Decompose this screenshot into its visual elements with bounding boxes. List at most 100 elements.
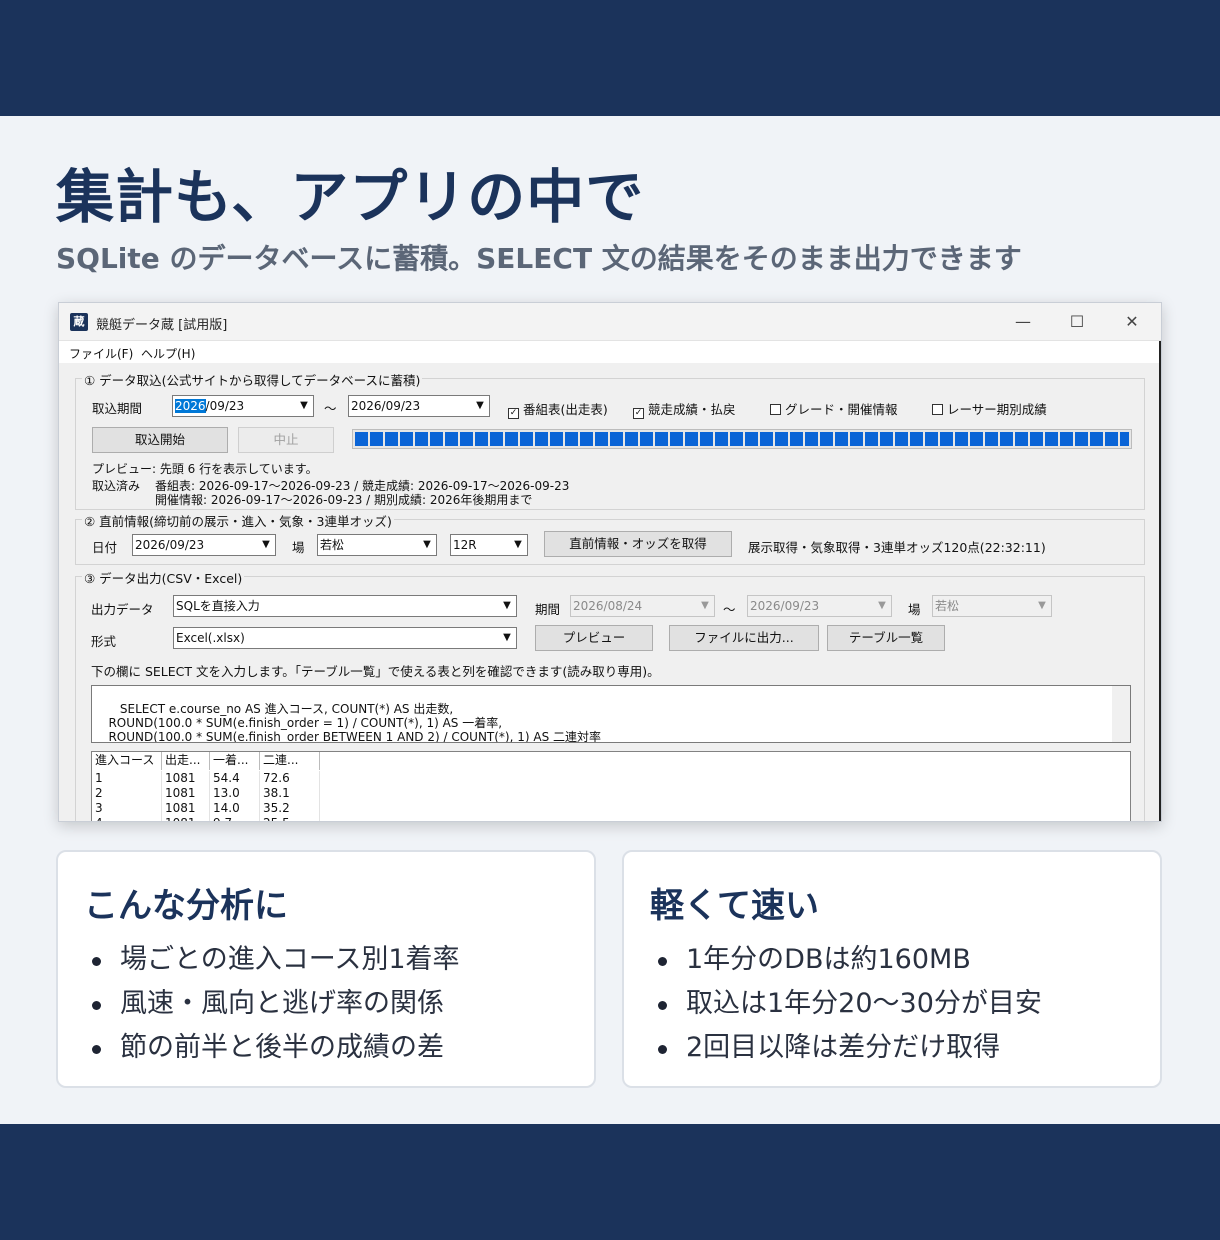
export-venue-combo[interactable]: 若松 ▼: [932, 595, 1052, 617]
checkbox-label: 番組表(出走表): [523, 402, 608, 417]
list-item: 節の前半と後半の成績の差: [92, 1026, 460, 1070]
grid-header-course[interactable]: 進入コース: [92, 752, 162, 770]
export-venue-value: 若松: [935, 599, 960, 613]
pre-status-text: 展示取得・気象取得・3連単オッズ120点(22:32:11): [748, 540, 1046, 555]
output-data-value: SQLを直接入力: [176, 599, 260, 613]
import-period-label: 取込期間: [92, 401, 143, 416]
bottom-banner: [0, 1124, 1220, 1240]
page-subheadline: SQLite のデータベースに蓄積。SELECT 文の結果をそのまま出力できます: [56, 242, 1022, 275]
export-period-from[interactable]: 2026/08/24 ▼: [570, 595, 715, 617]
table-row[interactable]: 2 1081 13.0 38.1: [92, 786, 320, 801]
pre-date-label: 日付: [92, 540, 118, 555]
grid-header-win[interactable]: 一着...: [210, 752, 260, 770]
chevron-down-icon[interactable]: ▼: [257, 535, 275, 555]
checkbox-program[interactable]: ✓ 番組表(出走表): [508, 399, 608, 419]
analysis-list: 場ごとの進入コース別1着率 風速・風向と逃げ率の関係 節の前半と後半の成績の差: [92, 938, 460, 1070]
app-window: 蔵 競艇データ蔵 [試用版] — ☐ ✕ ファイル(F) ヘルプ(H) ① デー…: [58, 302, 1162, 822]
date-to-value: 2026/09/23: [351, 399, 421, 413]
pre-date-combo[interactable]: 2026/09/23 ▼: [132, 534, 276, 556]
grid-header-starts[interactable]: 出走...: [162, 752, 210, 770]
sql-scrollbar[interactable]: [1112, 686, 1130, 742]
client-area: ① データ取込(公式サイトから取得してデータベースに蓄積) 取込期間 2026/…: [59, 363, 1161, 821]
format-label: 形式: [91, 634, 117, 649]
export-period-to[interactable]: 2026/09/23 ▼: [747, 595, 892, 617]
table-cell: 1081: [162, 816, 210, 821]
chevron-down-icon[interactable]: ▼: [696, 596, 714, 616]
table-list-button[interactable]: テーブル一覧: [827, 625, 945, 651]
export-venue-label: 場: [908, 602, 921, 617]
chevron-down-icon[interactable]: ▼: [873, 596, 891, 616]
performance-list: 1年分のDBは約160MB 取込は1年分20〜30分が目安 2回目以降は差分だけ…: [658, 938, 1042, 1070]
checkbox-grade[interactable]: グレード・開催情報: [770, 399, 898, 418]
format-combo[interactable]: Excel(.xlsx) ▼: [173, 627, 517, 649]
result-grid[interactable]: 進入コース 出走... 一着... 二連... 1 1081 54.4 72.6 2 10…: [91, 751, 1131, 821]
menu-file[interactable]: ファイル(F): [69, 345, 133, 362]
table-row[interactable]: 3 1081 14.0 35.2: [92, 801, 320, 816]
table-cell: 1081: [162, 801, 210, 816]
checkbox-racer[interactable]: レーサー期別成績: [932, 399, 1047, 418]
table-cell: 1081: [162, 786, 210, 801]
top-banner: [0, 0, 1220, 116]
import-stop-button[interactable]: 中止: [238, 427, 334, 453]
analysis-card-title: こんな分析に: [84, 886, 288, 926]
table-row[interactable]: 410819.725.5: [92, 816, 320, 821]
format-value: Excel(.xlsx): [176, 631, 245, 645]
close-button[interactable]: ✕: [1112, 309, 1152, 335]
sql-text: SELECT e.course_no AS 進入コース, COUNT(*) AS…: [108, 702, 602, 743]
pre-venue-combo[interactable]: 若松 ▼: [317, 534, 437, 556]
sql-input[interactable]: SELECT e.course_no AS 進入コース, COUNT(*) AS…: [91, 685, 1131, 743]
chevron-down-icon[interactable]: ▼: [418, 535, 436, 555]
grid-header-top2[interactable]: 二連...: [260, 752, 320, 770]
table-cell: 54.4: [210, 771, 260, 786]
chevron-down-icon[interactable]: ▼: [498, 628, 516, 648]
table-cell: 1: [92, 771, 162, 786]
import-date-from[interactable]: 2026/09/23 ▼: [172, 395, 314, 417]
done-line-2: 開催情報: 2026-09-17〜2026-09-23 / 期別成績: 2026…: [155, 493, 533, 507]
pre-race-combo[interactable]: 12R ▼: [450, 534, 528, 556]
pre-info-group: ② 直前情報(締切前の展示・進入・気象・3連単オッズ) 日付 2026/09/2…: [75, 511, 1145, 565]
fetch-odds-button[interactable]: 直前情報・オッズを取得: [544, 531, 732, 557]
chevron-down-icon[interactable]: ▼: [295, 396, 313, 416]
minimize-button[interactable]: —: [1003, 309, 1043, 335]
page-headline: 集計も、アプリの中で: [56, 163, 645, 231]
preview-button[interactable]: プレビュー: [535, 625, 653, 651]
output-data-label: 出力データ: [91, 602, 154, 617]
range-separator: 〜: [324, 401, 337, 416]
import-date-to[interactable]: 2026/09/23 ▼: [348, 395, 490, 417]
pre-race-value: 12R: [453, 538, 477, 552]
menu-help[interactable]: ヘルプ(H): [141, 345, 195, 362]
table-cell: 3: [92, 801, 162, 816]
chevron-down-icon[interactable]: ▼: [1033, 596, 1051, 616]
chevron-down-icon[interactable]: ▼: [471, 396, 489, 416]
window-titlebar[interactable]: 蔵 競艇データ蔵 [試用版] — ☐ ✕: [59, 303, 1161, 341]
import-progress-bar: [352, 429, 1132, 449]
result-grid-header: 進入コース 出走... 一着... 二連...: [92, 752, 320, 770]
app-icon: 蔵: [70, 313, 88, 331]
table-cell: 35.2: [260, 801, 320, 816]
sql-hint: 下の欄に SELECT 文を入力します。「テーブル一覧」で使える表と列を確認でき…: [91, 664, 660, 679]
checkbox-checked-icon: ✓: [633, 408, 644, 419]
performance-card-title: 軽くて速い: [650, 886, 819, 926]
chevron-down-icon[interactable]: ▼: [498, 596, 516, 616]
checkbox-results[interactable]: ✓ 競走成績・払戻: [633, 399, 736, 419]
list-item: 場ごとの進入コース別1着率: [92, 938, 460, 982]
pre-venue-value: 若松: [320, 538, 345, 552]
chevron-down-icon[interactable]: ▼: [509, 535, 527, 555]
table-cell: 13.0: [210, 786, 260, 801]
export-file-button[interactable]: ファイルに出力...: [669, 625, 819, 651]
table-cell: 1081: [162, 771, 210, 786]
maximize-button[interactable]: ☐: [1057, 309, 1097, 335]
table-cell: 4: [92, 816, 162, 821]
checkbox-unchecked-icon: [770, 404, 781, 415]
table-cell: 38.1: [260, 786, 320, 801]
output-data-combo[interactable]: SQLを直接入力 ▼: [173, 595, 517, 617]
import-group: ① データ取込(公式サイトから取得してデータベースに蓄積) 取込期間 2026/…: [75, 370, 1145, 510]
export-range-separator: 〜: [723, 602, 736, 617]
import-start-button[interactable]: 取込開始: [92, 427, 228, 453]
table-cell: 9.7: [210, 816, 260, 821]
pre-venue-label: 場: [292, 540, 305, 555]
period-to-value: 2026/09/23: [750, 599, 820, 613]
table-row[interactable]: 1 1081 54.4 72.6: [92, 771, 320, 786]
export-period-label: 期間: [535, 602, 561, 617]
analysis-card: こんな分析に 場ごとの進入コース別1着率 風速・風向と逃げ率の関係 節の前半と後…: [56, 850, 596, 1088]
